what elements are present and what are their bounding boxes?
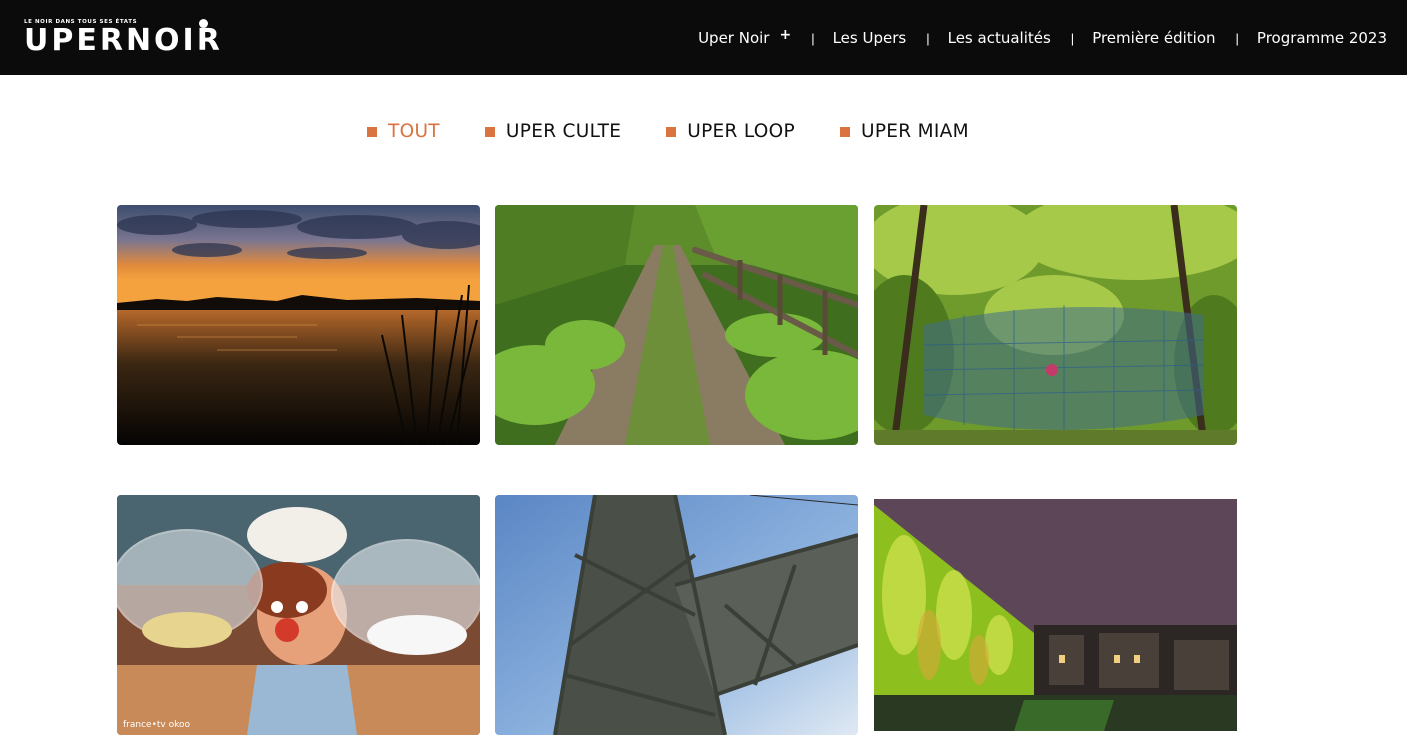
square-bullet-icon: [839, 126, 850, 137]
mine-headframe-image: [495, 495, 858, 735]
nav-item-premiere-edition[interactable]: Première édition: [1092, 29, 1215, 47]
sunset-lake-image: [117, 205, 480, 445]
filter-label: TOUT: [388, 121, 440, 142]
square-bullet-icon: [484, 126, 495, 137]
nav-item-programme-2023[interactable]: Programme 2023: [1257, 29, 1387, 47]
gallery-tile-illuminated-wall[interactable]: [874, 495, 1237, 735]
nav-item-label: Uper Noir: [698, 28, 770, 47]
site-header: LE NOIR DANS TOUS SES ÉTATS UPERNOIR Upe…: [0, 0, 1407, 75]
nav-separator: |: [926, 31, 930, 46]
gallery-tile-sunset-lake[interactable]: [117, 205, 480, 445]
upernoir-logo[interactable]: LE NOIR DANS TOUS SES ÉTATS UPERNOIR: [24, 19, 239, 59]
filter-label: UPER CULTE: [505, 121, 622, 142]
plus-icon[interactable]: +: [779, 27, 791, 43]
category-filters: TOUT UPER CULTE UPER LOOP UPER MIAM: [367, 121, 1014, 142]
filter-uper-loop[interactable]: UPER LOOP: [666, 121, 795, 142]
nav-item-uper-noir[interactable]: Uper Noir +: [698, 27, 791, 47]
filter-uper-culte[interactable]: UPER CULTE: [484, 121, 622, 142]
filter-label: UPER LOOP: [687, 121, 795, 142]
main-nav: Uper Noir + | Les Upers | Les actualités …: [698, 0, 1387, 75]
logo-wordmark: UPERNOIR: [24, 23, 223, 58]
cartoon-character-image: [117, 495, 480, 735]
nav-item-les-actualites[interactable]: Les actualités: [948, 29, 1051, 47]
square-bullet-icon: [666, 126, 677, 137]
tree-net-image: [874, 205, 1237, 445]
square-bullet-icon: [367, 126, 377, 137]
filter-tout[interactable]: TOUT: [367, 121, 440, 142]
broadcaster-watermark: france•tv okoo: [123, 720, 191, 730]
illuminated-wall-image: [874, 495, 1237, 735]
gallery-tile-tree-net[interactable]: [874, 205, 1237, 445]
nav-item-les-upers[interactable]: Les Upers: [833, 29, 907, 47]
logo-dot-icon: [199, 19, 208, 28]
nav-separator: |: [1235, 31, 1239, 46]
gallery-tile-headframe[interactable]: [495, 495, 858, 735]
nav-separator: |: [811, 31, 815, 46]
nav-separator: |: [1070, 31, 1075, 46]
filter-label: UPER MIAM: [860, 121, 969, 142]
country-path-image: [495, 205, 858, 445]
gallery-tile-country-path[interactable]: [495, 205, 858, 445]
gallery-tile-cartoon[interactable]: france•tv okoo: [117, 495, 480, 735]
filter-uper-miam[interactable]: UPER MIAM: [839, 121, 969, 142]
